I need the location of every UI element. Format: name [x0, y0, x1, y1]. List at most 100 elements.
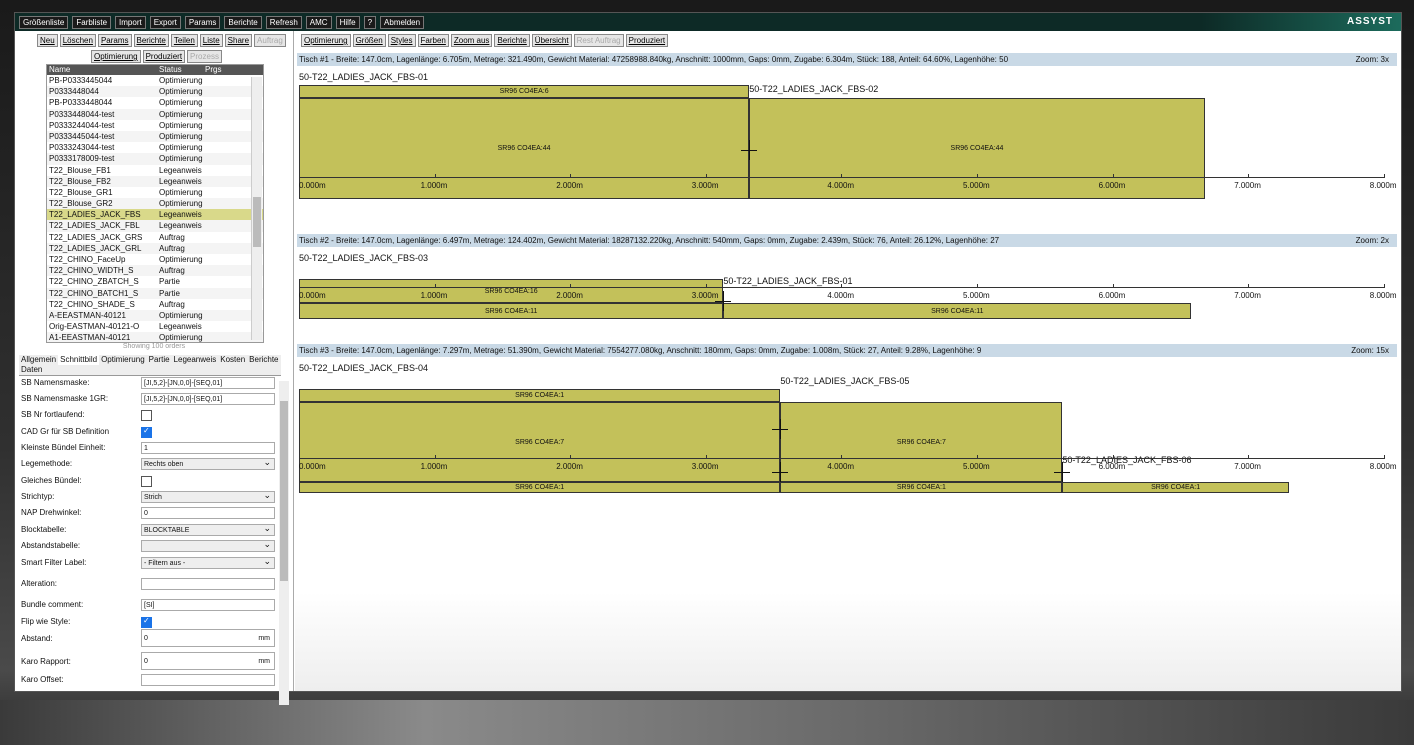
table-row[interactable]: T22_Blouse_FB2 Legeanweis: [47, 175, 263, 187]
order-button2-0[interactable]: Optimierung: [91, 50, 141, 63]
table-row[interactable]: PB-P0333445044 Optimierung: [47, 75, 263, 86]
tab-1[interactable]: Schnittbild: [58, 355, 100, 365]
menu-item-5[interactable]: Berichte: [224, 15, 262, 29]
order-list-scrollbar[interactable]: [251, 77, 262, 340]
order-status: Auftrag: [159, 243, 185, 253]
order-button-1[interactable]: Löschen: [59, 34, 96, 47]
scroll-thumb[interactable]: [253, 197, 261, 247]
prop-input[interactable]: [JI,5,2]-[JN,0,0]-[SEQ,01]: [141, 377, 275, 389]
order-button-7[interactable]: Auftrag: [254, 34, 286, 47]
marker-block[interactable]: SR96 CO4EA:44: [299, 98, 750, 199]
table-row[interactable]: T22_CHINO_FaceUp Optimierung: [47, 254, 263, 265]
prop-checkbox[interactable]: [141, 476, 152, 487]
order-button2-1[interactable]: Produziert: [142, 50, 186, 63]
tab-6[interactable]: Berichte: [247, 355, 280, 365]
menu-item-3[interactable]: Export: [149, 15, 181, 29]
tab-7[interactable]: Daten: [19, 365, 44, 375]
axis-tick: [1383, 455, 1385, 459]
toolbar-button-6[interactable]: Übersicht: [531, 34, 572, 47]
toolbar-button-1[interactable]: Größen: [352, 34, 386, 47]
toolbar-button-7[interactable]: Rest Auftrag: [573, 34, 624, 47]
prop-select[interactable]: [141, 538, 275, 552]
table-row[interactable]: P0333244044-test Optimierung: [47, 120, 263, 131]
toolbar-button-5[interactable]: Berichte: [494, 34, 530, 47]
menu-item-6[interactable]: Refresh: [265, 15, 302, 29]
marker-block[interactable]: SR96 CO4EA:1: [299, 482, 781, 493]
prop-input[interactable]: 0 mm: [141, 629, 275, 647]
table-row[interactable]: T22_LADIES_JACK_FBS Legeanweis: [47, 209, 263, 221]
scroll-thumb[interactable]: [280, 401, 288, 581]
table-row[interactable]: T22_CHINO_SHADE_S Auftrag: [47, 299, 263, 310]
prop-input[interactable]: [JI,5,2]-[JN,0,0]-[SEQ,01]: [141, 393, 275, 405]
menu-item-9[interactable]: ?: [363, 15, 377, 29]
tab-5[interactable]: Kosten: [218, 355, 247, 365]
prop-input[interactable]: 0 mm: [141, 652, 275, 670]
prop-checkbox[interactable]: [141, 616, 152, 628]
marker-block[interactable]: SR96 CO4EA:11: [723, 303, 1192, 319]
tab-3[interactable]: Partie: [147, 355, 172, 365]
menu-item-7[interactable]: AMC: [305, 15, 332, 29]
marker-block[interactable]: SR96 CO4EA:16: [299, 279, 724, 303]
prop-input[interactable]: [SI]: [141, 599, 275, 611]
table-row[interactable]: T22_CHINO_BATCH1_S Partie: [47, 287, 263, 299]
prop-select[interactable]: Strich: [141, 489, 275, 503]
order-button-5[interactable]: Liste: [199, 34, 223, 47]
prop-input[interactable]: 0: [141, 507, 275, 519]
prop-input[interactable]: [141, 674, 275, 686]
tab-0[interactable]: Allgemein: [19, 355, 58, 365]
menu-item-1[interactable]: Farbliste: [72, 15, 112, 29]
marker-block[interactable]: SR96 CO4EA:1: [1062, 482, 1289, 493]
order-button-0[interactable]: Neu: [37, 34, 58, 47]
table-row[interactable]: T22_LADIES_JACK_GRL Auftrag: [47, 242, 263, 254]
marker-block[interactable]: SR96 CO4EA:1: [780, 482, 1063, 493]
column-prgs-sharing[interactable]: Prgs Sharing: [205, 65, 251, 84]
property-scrollbar[interactable]: [279, 381, 289, 705]
prop-select[interactable]: Rechts oben: [141, 456, 275, 470]
table-row[interactable]: PB-P0333448044 Optimierung: [47, 97, 263, 108]
table-row[interactable]: T22_CHINO_ZBATCH_S Partie: [47, 276, 263, 287]
toolbar-button-8[interactable]: Produziert: [625, 34, 669, 47]
table-row[interactable]: T22_LADIES_JACK_GRS Auftrag: [47, 232, 263, 243]
table-row[interactable]: T22_Blouse_GR2 Optimierung: [47, 198, 263, 210]
order-button2-2[interactable]: Prozess: [187, 50, 222, 63]
column-status[interactable]: Status: [159, 65, 205, 75]
tab-2[interactable]: Optimierung: [99, 355, 147, 365]
prop-select[interactable]: BLOCKTABLE: [141, 522, 275, 536]
table-row[interactable]: A-EEASTMAN-40121 Optimierung: [47, 309, 263, 322]
menu-item-4[interactable]: Params: [184, 15, 221, 29]
order-button-4[interactable]: Teilen: [170, 34, 198, 47]
prop-input[interactable]: 1: [141, 442, 275, 454]
prop-input[interactable]: [141, 578, 275, 590]
column-name[interactable]: Name: [47, 65, 159, 75]
toolbar-button-2[interactable]: Styles: [387, 34, 416, 47]
prop-checkbox[interactable]: [141, 410, 152, 421]
toolbar-button-4[interactable]: Zoom aus: [450, 34, 493, 47]
table-row[interactable]: T22_CHINO_WIDTH_S Auftrag: [47, 265, 263, 277]
table-row[interactable]: T22_Blouse_GR1 Optimierung: [47, 187, 263, 198]
marker-block[interactable]: SR96 CO4EA:7: [780, 402, 1063, 482]
table-row[interactable]: P0333448044-test Optimierung: [47, 108, 263, 120]
menu-item-0[interactable]: Größenliste: [19, 15, 69, 29]
table-row[interactable]: P0333448044 Optimierung: [47, 86, 263, 98]
tab-4[interactable]: Legeanweis: [172, 355, 219, 365]
marker-block[interactable]: SR96 CO4EA:6: [299, 85, 750, 98]
prop-select[interactable]: - Filtern aus -: [141, 555, 275, 569]
toolbar-button-0[interactable]: Optimierung: [301, 34, 351, 47]
table-row[interactable]: P0333243044-test Optimierung: [47, 142, 263, 153]
order-button-2[interactable]: Params: [97, 34, 132, 47]
toolbar-button-3[interactable]: Farben: [417, 34, 449, 47]
table-row[interactable]: A1-EEASTMAN-40121 Optimierung: [47, 332, 263, 342]
table-row[interactable]: T22_LADIES_JACK_FBL Legeanweis: [47, 220, 263, 232]
marker-block[interactable]: SR96 CO4EA:11: [299, 303, 724, 319]
menu-item-10[interactable]: Abmelden: [380, 15, 425, 29]
marker-block[interactable]: SR96 CO4EA:1: [299, 389, 781, 402]
table-row[interactable]: P0333178009-test Optimierung: [47, 153, 263, 165]
table-row[interactable]: Orig-EASTMAN-40121-O Legeanweis: [47, 321, 263, 332]
menu-item-8[interactable]: Hilfe: [335, 15, 360, 29]
order-button-6[interactable]: Share: [224, 34, 253, 47]
table-row[interactable]: P0333445044-test Optimierung: [47, 130, 263, 143]
prop-checkbox[interactable]: [141, 426, 152, 438]
order-button-3[interactable]: Berichte: [133, 34, 169, 47]
menu-item-2[interactable]: Import: [115, 15, 146, 29]
table-row[interactable]: T22_Blouse_FB1 Legeanweis: [47, 165, 263, 176]
